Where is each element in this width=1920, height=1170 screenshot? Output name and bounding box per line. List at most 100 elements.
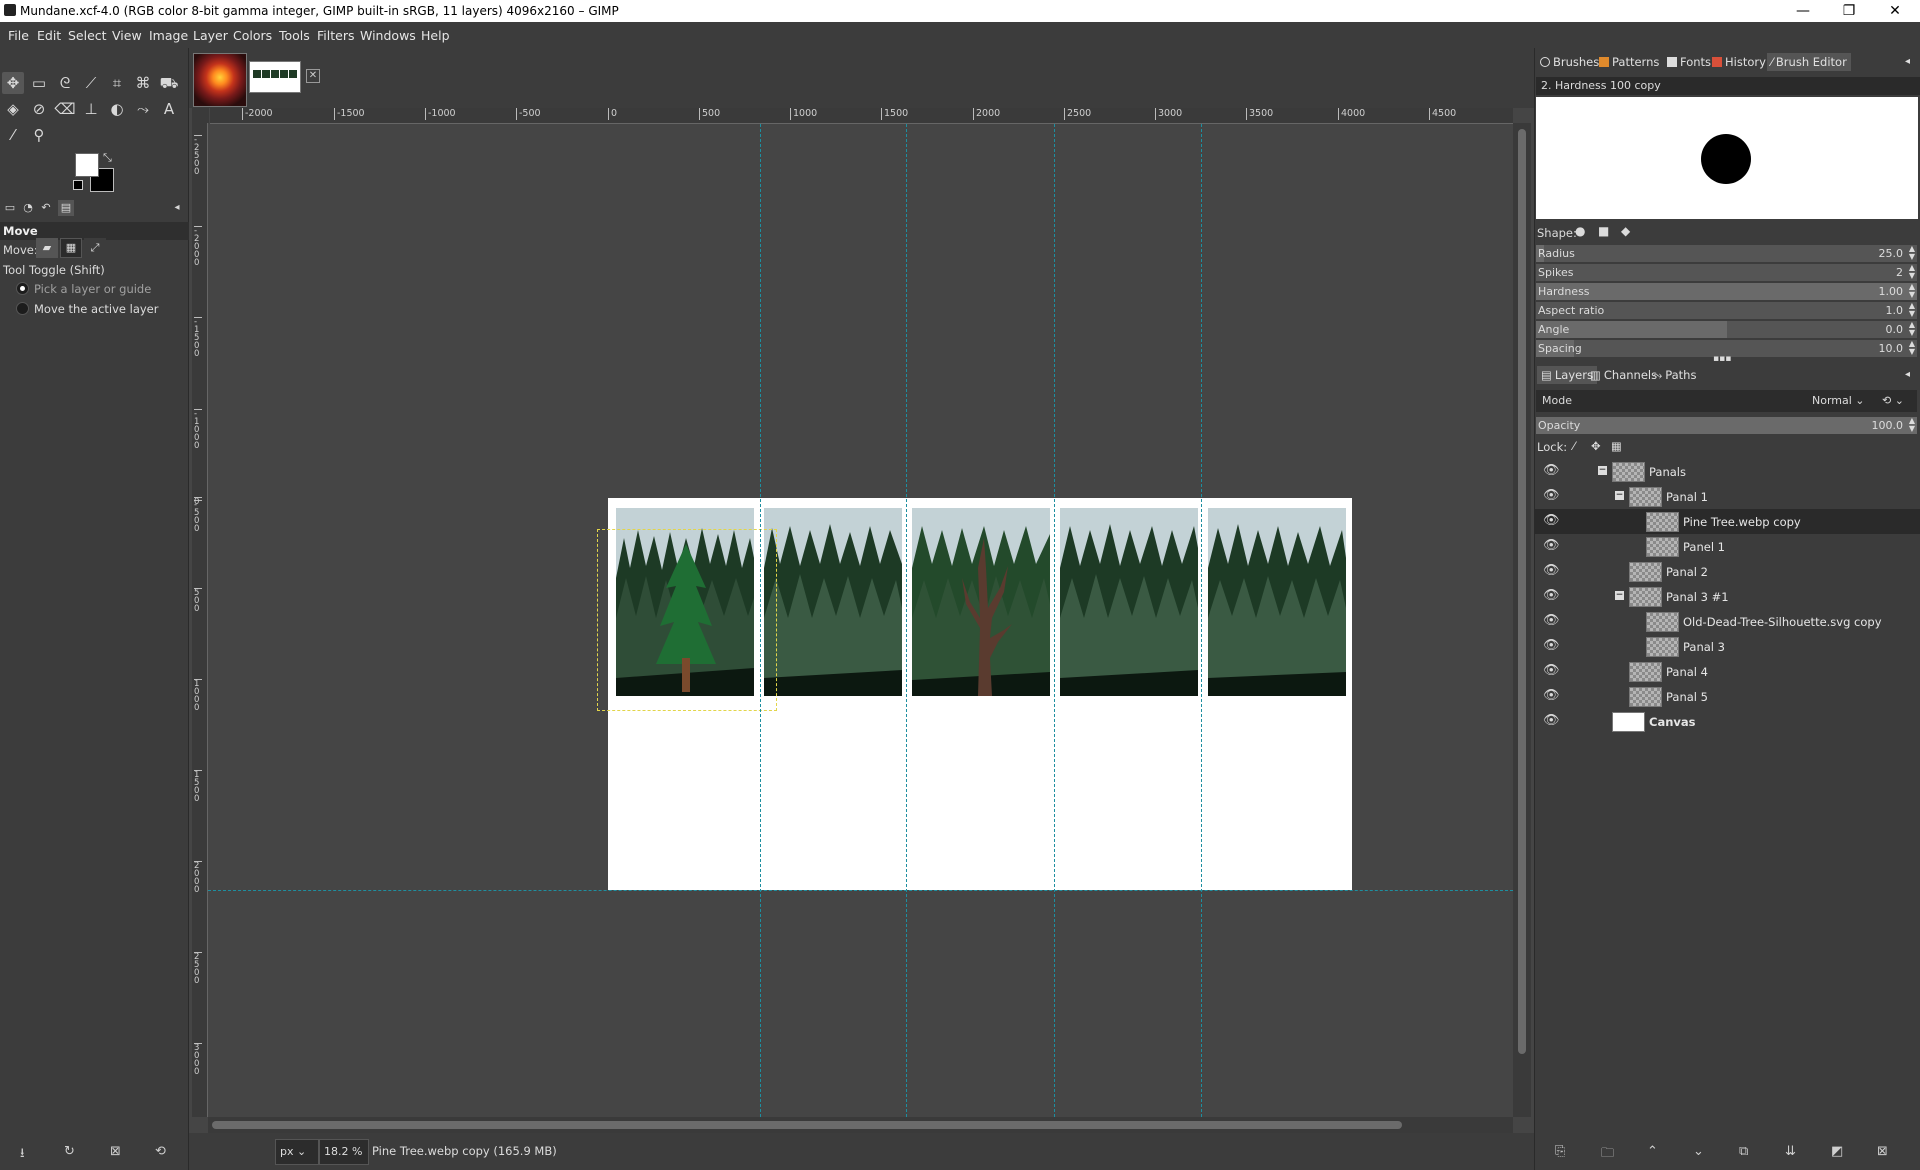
- visibility-eye-icon[interactable]: 👁: [1543, 538, 1563, 553]
- layer-row[interactable]: 👁 Panal 5: [1535, 684, 1920, 709]
- raise-layer-icon[interactable]: ⌃: [1647, 1144, 1658, 1159]
- tab-paths[interactable]: ⤳ Paths: [1653, 366, 1696, 384]
- paintbrush-icon[interactable]: ⊘: [28, 98, 50, 120]
- spin-arrows-icon[interactable]: ▲ ▼: [1909, 264, 1915, 280]
- layers-dock-menu-icon[interactable]: ◂: [1905, 366, 1910, 384]
- image-tab-thumbnail-fire[interactable]: [193, 53, 247, 107]
- lock-position-icon[interactable]: ✥: [1591, 439, 1601, 453]
- foreground-color-swatch[interactable]: [75, 153, 99, 177]
- collapse-icon[interactable]: −: [1615, 591, 1624, 600]
- layer-row[interactable]: 👁 Panal 4: [1535, 659, 1920, 684]
- guide-vertical[interactable]: [906, 124, 907, 1117]
- menu-select[interactable]: Select: [68, 28, 107, 43]
- layer-row[interactable]: 👁 Panal 2: [1535, 559, 1920, 584]
- visibility-eye-icon[interactable]: 👁: [1543, 688, 1563, 703]
- menu-tools[interactable]: Tools: [279, 28, 310, 43]
- layer-row[interactable]: 👁 − Panals: [1535, 459, 1920, 484]
- spikes-slider[interactable]: Spikes 2 ▲ ▼: [1536, 264, 1917, 281]
- tab-patterns[interactable]: Patterns: [1599, 53, 1659, 71]
- spin-arrows-icon[interactable]: ▲ ▼: [1909, 321, 1915, 337]
- visibility-eye-icon[interactable]: 👁: [1543, 638, 1563, 653]
- tab-layers[interactable]: ▤ Layers: [1537, 366, 1597, 384]
- guide-horizontal[interactable]: [208, 890, 1513, 891]
- free-select-icon[interactable]: ᘓ: [54, 72, 76, 94]
- smudge-icon[interactable]: ◐: [106, 98, 128, 120]
- move-active-layer-radio[interactable]: [16, 302, 29, 315]
- transform-icon[interactable]: ⌘: [132, 72, 154, 94]
- layer-row-selected[interactable]: 👁 Pine Tree.webp copy: [1535, 509, 1920, 534]
- composite-mode-icon[interactable]: ⟲ ⌄: [1882, 390, 1904, 412]
- visibility-eye-icon[interactable]: 👁: [1543, 463, 1563, 478]
- shape-circle-icon[interactable]: ●: [1575, 224, 1585, 238]
- restore-tool-preset-icon[interactable]: ↻: [64, 1144, 75, 1159]
- collapse-icon[interactable]: −: [1598, 466, 1607, 475]
- move-selection-mode-button[interactable]: ▦: [60, 238, 82, 258]
- layer-row[interactable]: 👁 Panal 3: [1535, 634, 1920, 659]
- close-window-button[interactable]: ✕: [1872, 0, 1918, 22]
- duplicate-layer-icon[interactable]: ⧉: [1739, 1144, 1748, 1159]
- horizontal-scroll-thumb[interactable]: [212, 1121, 1402, 1129]
- zoom-select[interactable]: 18.2 %: [319, 1139, 369, 1165]
- new-layer-icon[interactable]: ⎘: [1555, 1144, 1565, 1159]
- spin-arrows-icon[interactable]: ▲ ▼: [1909, 340, 1915, 356]
- guide-vertical[interactable]: [1054, 124, 1055, 1117]
- aspect-ratio-slider[interactable]: Aspect ratio 1.0 ▲ ▼: [1536, 302, 1917, 319]
- radius-slider[interactable]: Radius 25.0 ▲ ▼: [1536, 245, 1917, 262]
- spin-arrows-icon[interactable]: ▲ ▼: [1909, 283, 1915, 299]
- layer-row[interactable]: 👁 Panel 1: [1535, 534, 1920, 559]
- visibility-eye-icon[interactable]: 👁: [1543, 713, 1563, 728]
- lock-pixels-icon[interactable]: ⁄: [1573, 439, 1575, 453]
- angle-slider[interactable]: Angle 0.0 ▲ ▼: [1536, 321, 1917, 338]
- minimize-button[interactable]: —: [1780, 0, 1826, 22]
- reset-tool-options-icon[interactable]: ⟲: [155, 1144, 166, 1159]
- visibility-eye-icon[interactable]: 👁: [1543, 613, 1563, 628]
- mode-select[interactable]: Normal ⌄: [1812, 390, 1865, 412]
- bucket-fill-icon[interactable]: ◈: [2, 98, 24, 120]
- visibility-eye-icon[interactable]: 👁: [1543, 513, 1563, 528]
- clone-icon[interactable]: ⊥: [80, 98, 102, 120]
- dock-menu-icon[interactable]: ◂: [170, 200, 184, 216]
- collapse-icon[interactable]: −: [1615, 491, 1624, 500]
- warp-icon[interactable]: ⛟: [158, 72, 180, 94]
- maximize-button[interactable]: ❐: [1826, 0, 1872, 22]
- vertical-scrollbar[interactable]: [1513, 123, 1531, 1117]
- brush-name-field[interactable]: 2. Hardness 100 copy: [1536, 77, 1920, 95]
- tab-brushes[interactable]: Brushes: [1540, 53, 1599, 71]
- tab-fonts[interactable]: Fonts: [1667, 53, 1711, 71]
- lower-layer-icon[interactable]: ⌄: [1693, 1144, 1704, 1159]
- menu-help[interactable]: Help: [421, 28, 450, 43]
- color-picker-icon[interactable]: ⁄: [2, 124, 24, 146]
- visibility-eye-icon[interactable]: 👁: [1543, 488, 1563, 503]
- save-tool-preset-icon[interactable]: ⭳: [20, 1144, 25, 1166]
- delete-tool-preset-icon[interactable]: ⊠: [110, 1144, 121, 1159]
- spin-arrows-icon[interactable]: ▲ ▼: [1909, 417, 1915, 433]
- horizontal-scrollbar[interactable]: [208, 1117, 1513, 1133]
- menu-file[interactable]: File: [8, 28, 29, 43]
- merge-layer-icon[interactable]: ⇊: [1785, 1144, 1796, 1159]
- canvas-area[interactable]: [208, 124, 1513, 1117]
- move-path-mode-button[interactable]: ⤢: [84, 238, 106, 258]
- zoom-icon[interactable]: ⚲: [28, 124, 50, 146]
- shape-diamond-icon[interactable]: ◆: [1621, 224, 1630, 238]
- horizontal-ruler[interactable]: -2000 -1500 -1000 -500 0 500 1000 1500 2…: [210, 108, 1513, 124]
- tab-history[interactable]: History: [1712, 53, 1766, 71]
- tool-options-tab-icon[interactable]: ▭: [2, 200, 18, 216]
- layer-row[interactable]: 👁 − Panal 3 #1: [1535, 584, 1920, 609]
- unit-select[interactable]: px ⌄: [275, 1139, 319, 1165]
- hardness-slider[interactable]: Hardness 1.00 ▲ ▼: [1536, 283, 1917, 300]
- eraser-icon[interactable]: ⌫: [54, 98, 76, 120]
- guide-vertical[interactable]: [760, 124, 761, 1117]
- swap-colors-icon[interactable]: ⤡: [103, 151, 112, 165]
- spin-arrows-icon[interactable]: ▲ ▼: [1909, 302, 1915, 318]
- layer-row[interactable]: 👁 Old-Dead-Tree-Silhouette.svg copy: [1535, 609, 1920, 634]
- menu-colors[interactable]: Colors: [233, 28, 272, 43]
- menu-windows[interactable]: Windows: [360, 28, 416, 43]
- rect-select-icon[interactable]: ▭: [28, 72, 50, 94]
- vertical-ruler[interactable]: -2500 -2000 -1500 -1000 -500 0 500 1000 …: [192, 123, 208, 1117]
- menu-view[interactable]: View: [112, 28, 142, 43]
- guide-vertical[interactable]: [1201, 124, 1202, 1117]
- fuzzy-select-icon[interactable]: ⟋: [80, 72, 102, 94]
- undo-history-tab-icon[interactable]: ↶: [38, 200, 54, 216]
- visibility-eye-icon[interactable]: 👁: [1543, 663, 1563, 678]
- add-mask-icon[interactable]: ◩: [1831, 1144, 1843, 1159]
